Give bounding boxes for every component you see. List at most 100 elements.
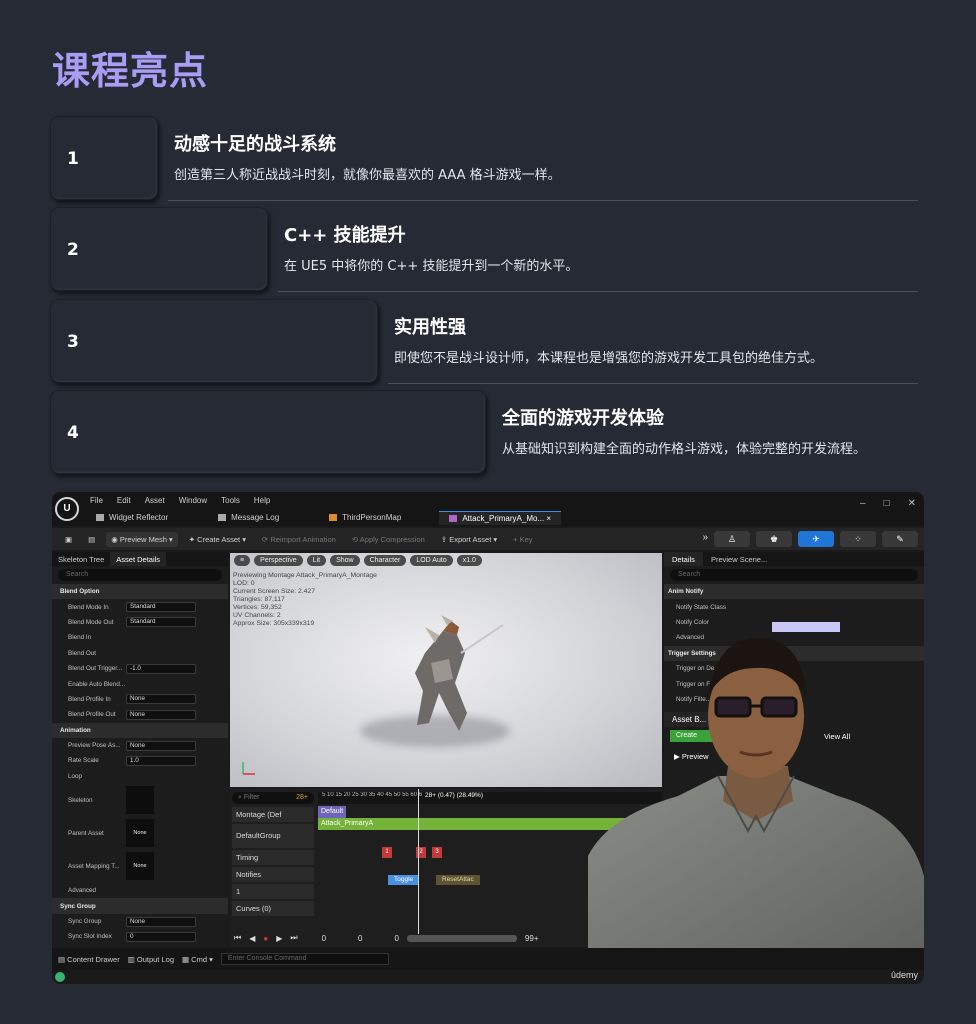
property-value[interactable]: None xyxy=(126,694,196,705)
search-input[interactable]: Search xyxy=(58,569,222,581)
property-row[interactable]: Preview Pose As... None xyxy=(52,738,228,753)
property-value[interactable]: None xyxy=(126,916,196,927)
menu-help[interactable]: Help xyxy=(254,496,270,505)
skip-end-icon[interactable]: ⏭ xyxy=(290,933,297,943)
skip-start-icon[interactable]: ⏮ xyxy=(234,933,241,943)
tab-details[interactable]: Details xyxy=(664,552,703,566)
mesh-mode-icon[interactable]: ♚ xyxy=(756,531,792,547)
cmd-button[interactable]: ▦ Cmd ▾ xyxy=(182,955,213,964)
highlight-divider xyxy=(168,200,918,201)
expand-icon[interactable]: » xyxy=(702,531,708,547)
output-log-button[interactable]: ▥ Output Log xyxy=(128,955,174,964)
property-row[interactable]: Blend Out Trigger... -1.0 xyxy=(52,661,228,676)
tab-preview-scene[interactable]: Preview Scene... xyxy=(703,552,775,566)
property-row[interactable]: Blend Profile Out None xyxy=(52,707,228,722)
tab-skeleton-tree[interactable]: Skeleton Tree xyxy=(52,552,110,566)
property-row[interactable]: Sync Group None xyxy=(52,914,228,929)
timing-marker[interactable]: 1 xyxy=(382,847,392,858)
source-control-icon[interactable] xyxy=(55,972,65,982)
preview-mesh-button[interactable]: ◉ Preview Mesh ▾ xyxy=(106,531,178,547)
viewport-menu-icon[interactable]: ≡ xyxy=(234,555,251,566)
property-category[interactable]: Blend Option xyxy=(52,584,228,600)
lit-button[interactable]: Lit xyxy=(306,555,327,566)
property-row[interactable]: Blend Mode In Standard xyxy=(52,599,228,614)
property-row[interactable]: Blend Profile In None xyxy=(52,692,228,707)
playhead[interactable] xyxy=(418,789,419,934)
skeleton-mode-icon[interactable]: ♙ xyxy=(714,531,750,547)
property-category[interactable]: Sync Group xyxy=(52,898,228,914)
track-default-group[interactable]: DefaultGroup xyxy=(232,824,314,848)
property-row[interactable]: Enable Auto Blend... xyxy=(52,676,228,691)
property-value[interactable]: 0 xyxy=(126,931,196,942)
asset-thumbnail[interactable]: None xyxy=(126,819,154,848)
key-button[interactable]: + Key xyxy=(508,532,537,547)
property-row[interactable]: Blend Out xyxy=(52,646,228,661)
property-value[interactable]: Standard xyxy=(126,617,196,628)
track-timing[interactable]: Timing xyxy=(232,850,314,865)
maximize-icon[interactable]: □ xyxy=(884,498,890,509)
timing-marker[interactable]: 3 xyxy=(432,847,442,858)
timeline-filter-input[interactable]: ⌕ Filter 28+ xyxy=(232,792,314,804)
tab-attack-montage[interactable]: Attack_PrimaryA_Mo... × xyxy=(439,511,562,525)
save-icon[interactable]: ▣ xyxy=(60,532,77,547)
track-notify-1[interactable]: 1 xyxy=(232,884,314,899)
reimport-button[interactable]: ⟳ Reimport Animation xyxy=(257,532,341,547)
property-category[interactable]: Animation xyxy=(52,722,228,738)
content-drawer-button[interactable]: ▤ Content Drawer xyxy=(58,955,120,964)
notify-reset-attack[interactable]: ResetAttac xyxy=(436,875,480,885)
show-button[interactable]: Show xyxy=(330,555,360,566)
property-value[interactable]: None xyxy=(126,709,196,720)
details-search-input[interactable]: Search xyxy=(670,569,918,581)
create-asset-button[interactable]: ✦ Create Asset ▾ xyxy=(184,532,251,547)
details-row[interactable]: Notify State Class xyxy=(664,599,924,614)
asset-reference-row[interactable]: Parent Asset None xyxy=(52,817,228,850)
play-icon[interactable]: ▶ xyxy=(276,934,282,943)
property-row[interactable]: Sync Slot Index 0 xyxy=(52,929,228,944)
playback-speed-button[interactable]: x1.0 xyxy=(456,555,482,566)
console-input[interactable]: Enter Console Command xyxy=(220,953,389,965)
timeline-scrollbar[interactable] xyxy=(406,934,517,942)
menu-tools[interactable]: Tools xyxy=(221,496,240,505)
default-slot[interactable]: Default xyxy=(318,806,347,818)
record-icon[interactable]: ● xyxy=(263,934,268,943)
details-category[interactable]: Anim Notify xyxy=(664,584,924,600)
menu-edit[interactable]: Edit xyxy=(117,496,131,505)
property-row[interactable]: Advanced xyxy=(52,883,228,898)
asset-thumbnail[interactable] xyxy=(126,786,154,815)
blueprint-mode-icon[interactable]: ⁘ xyxy=(840,531,876,547)
track-montage[interactable]: Montage (Def xyxy=(232,807,314,822)
export-asset-button[interactable]: ⇪ Export Asset ▾ xyxy=(436,532,502,547)
menu-file[interactable]: File xyxy=(90,496,103,505)
tab-message-log[interactable]: Message Log xyxy=(208,511,289,525)
close-tab-icon[interactable]: × xyxy=(546,514,551,523)
lod-button[interactable]: LOD Auto xyxy=(410,555,453,566)
apply-compression-button[interactable]: ⟲ Apply Compression xyxy=(347,532,430,547)
asset-reference-row[interactable]: Skeleton xyxy=(52,784,228,817)
property-value[interactable]: None xyxy=(126,740,196,751)
menu-window[interactable]: Window xyxy=(179,496,207,505)
asset-thumbnail[interactable]: None xyxy=(126,852,154,881)
tab-third-person-map[interactable]: ThirdPersonMap xyxy=(319,511,411,525)
asset-reference-row[interactable]: Asset Mapping T... None xyxy=(52,850,228,883)
notify-toggle[interactable]: Toggle xyxy=(388,875,420,885)
tab-asset-details[interactable]: Asset Details xyxy=(110,552,167,566)
menu-asset[interactable]: Asset xyxy=(145,496,165,505)
property-value[interactable]: 1.0 xyxy=(126,755,196,766)
track-curves[interactable]: Curves (0) xyxy=(232,901,314,916)
animation-mode-icon[interactable]: ✈ xyxy=(798,531,834,547)
property-row[interactable]: Blend Mode Out Standard xyxy=(52,615,228,630)
browse-icon[interactable]: ▤ xyxy=(83,532,100,547)
character-button[interactable]: Character xyxy=(363,555,407,566)
track-notifies[interactable]: Notifies xyxy=(232,867,314,882)
perspective-button[interactable]: Perspective xyxy=(254,555,303,566)
property-row[interactable]: Rate Scale 1.0 xyxy=(52,753,228,768)
step-back-icon[interactable]: ◀ xyxy=(249,934,255,943)
close-icon[interactable]: ✕ xyxy=(908,498,916,509)
property-value[interactable]: Standard xyxy=(126,602,196,613)
minimize-icon[interactable]: – xyxy=(860,498,866,509)
property-row[interactable]: Blend In xyxy=(52,630,228,645)
physics-mode-icon[interactable]: ✎ xyxy=(882,531,918,547)
property-value[interactable]: -1.0 xyxy=(126,663,196,674)
tab-widget-reflector[interactable]: Widget Reflector xyxy=(86,511,178,525)
property-row[interactable]: Loop xyxy=(52,769,228,784)
